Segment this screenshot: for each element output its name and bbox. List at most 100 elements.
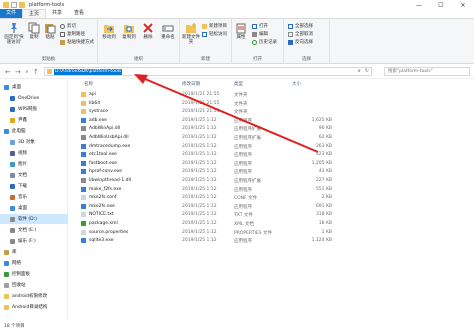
open-button[interactable]: 打开 <box>252 23 268 29</box>
minimize-button[interactable]: — <box>408 0 430 10</box>
file-row[interactable]: dmtracedump.exe 2019/1/25 1:12 应用程序 263 KB <box>70 143 474 151</box>
sidebar-item[interactable]: Android目录结构 <box>0 302 68 312</box>
up-arrow-icon[interactable]: ↑ <box>33 68 39 76</box>
tab-file[interactable]: 文件 <box>0 9 23 18</box>
refresh-icon[interactable]: ↻ <box>365 68 369 74</box>
invert-selection-button[interactable]: 反向选择 <box>288 39 313 45</box>
sidebar-item[interactable]: 回收站 <box>0 280 68 290</box>
file-row[interactable]: libwinpthread-1.dll 2019/1/25 1:12 应用程序扩展 2… <box>70 177 474 185</box>
sidebar-item[interactable]: 尹鑫 <box>0 115 68 125</box>
file-row[interactable]: hprof-conv.exe 2019/1/25 1:12 应用程序 43 KB <box>70 168 474 176</box>
file-name: make_f2fs.exe <box>89 186 122 192</box>
file-name: AdbWinApi.dll <box>89 126 121 132</box>
select-group: 全部选择 全部取消 反向选择 选择 <box>284 19 330 64</box>
file-row[interactable]: systrace 2019/1/21 21:55 文件夹 <box>70 108 474 116</box>
easy-access-icon <box>202 31 207 37</box>
recent-dropdown-icon[interactable]: ∨ <box>25 69 29 75</box>
back-arrow-icon[interactable]: ← <box>5 68 11 76</box>
sidebar-item[interactable]: 图片 <box>0 159 68 169</box>
tab-share[interactable]: 共享 <box>46 9 68 18</box>
sidebar-item[interactable]: 桌面 <box>0 203 68 213</box>
column-size[interactable]: 大小 <box>292 81 301 87</box>
copy-button[interactable]: 复制 <box>27 22 41 40</box>
network-icon <box>4 260 9 266</box>
forward-arrow-icon[interactable]: → <box>15 68 21 76</box>
file-row[interactable]: api 2019/1/21 21:55 文件夹 <box>70 91 474 99</box>
sidebar-item-label: OneDrive <box>18 95 40 101</box>
new-folder-icon[interactable] <box>19 2 25 8</box>
pin-button[interactable]: 固定到'快速访问' <box>3 22 25 45</box>
rename-button[interactable]: 重命名 <box>158 22 178 40</box>
copy-to-button[interactable]: 复制到 <box>120 22 138 40</box>
file-icon <box>81 212 86 218</box>
sidebar-item[interactable]: OneDrive <box>0 93 68 103</box>
file-row[interactable]: source.properties 2019/1/25 1:12 PROPERTIE… <box>70 229 474 237</box>
file-row[interactable]: etc1tool.exe 2019/1/25 1:12 应用程序 423 KB <box>70 151 474 159</box>
delete-icon <box>143 23 153 33</box>
sidebar-item-label: 此电脑 <box>12 129 26 134</box>
file-row[interactable]: lib64 2019/1/21 21:55 文件夹 <box>70 100 474 108</box>
file-row[interactable]: sqlite3.exe 2019/1/25 1:12 应用程序 1,124 KB <box>70 237 474 245</box>
address-path-field[interactable]: D:\AndroidSDK\platform-tools ∨ ↻ <box>44 67 372 76</box>
search-input[interactable]: 搜索"platform-tools" <box>384 67 470 76</box>
select-all-button[interactable]: 全部选择 <box>288 23 313 29</box>
address-path-text[interactable]: D:\AndroidSDK\platform-tools <box>54 69 123 75</box>
sidebar-item[interactable]: 视频 <box>0 148 68 158</box>
edit-icon <box>252 31 257 37</box>
copy-path-button[interactable]: 复制路径 <box>60 31 85 37</box>
sidebar-item[interactable]: 文档 (E:) <box>0 225 68 235</box>
new-item-button[interactable]: 新建项目 <box>202 23 227 29</box>
sidebar-item[interactable]: 库 <box>0 247 68 257</box>
edit-button[interactable]: 编辑 <box>252 31 268 37</box>
file-row[interactable]: make_f2fs.exe 2019/1/25 1:12 应用程序 551 KB <box>70 186 474 194</box>
cut-button[interactable]: 剪切 <box>60 23 76 29</box>
file-row[interactable]: NOTICE.txt 2019/1/25 1:12 TXT 文件 318 KB <box>70 211 474 219</box>
easy-access-button[interactable]: 轻松访问 <box>202 31 227 37</box>
file-date: 2019/1/25 1:12 <box>182 195 217 201</box>
file-row[interactable]: adb.exe 2019/1/25 1:12 应用程序 1,625 KB <box>70 117 474 125</box>
file-row[interactable]: AdbWinUsbApi.dll 2019/1/25 1:12 应用程序扩展 62 K… <box>70 134 474 142</box>
tab-view[interactable]: 查看 <box>68 9 90 18</box>
sidebar-item[interactable]: 文档 <box>0 170 68 180</box>
column-headers: 名称 修改日期 类型 大小 <box>70 80 474 88</box>
sidebar-item[interactable]: 音乐 <box>0 192 68 202</box>
file-row[interactable]: mke2fs.exe 2019/1/25 1:12 应用程序 691 KB <box>70 203 474 211</box>
file-row[interactable]: mke2fs.conf 2019/1/25 1:12 CONF 文件 2 KB <box>70 194 474 202</box>
sidebar-item[interactable]: WPS网盘 <box>0 104 68 114</box>
sidebar-item[interactable]: 娱乐 (F:) <box>0 236 68 246</box>
sidebar-item[interactable]: 网络 <box>0 258 68 268</box>
paste-button[interactable]: 粘贴 <box>43 22 57 40</box>
tab-home[interactable]: 主页 <box>22 9 47 18</box>
file-row[interactable]: package.xml 2019/1/25 1:12 XML 文档 18 KB <box>70 220 474 228</box>
chevron-down-icon[interactable]: ∨ <box>357 68 361 74</box>
download-icon <box>10 183 15 189</box>
file-row[interactable]: AdbWinApi.dll 2019/1/25 1:12 应用程序扩展 96 KB <box>70 125 474 133</box>
sidebar-item[interactable]: android权限修改 <box>0 291 68 301</box>
paste-shortcut-button[interactable]: 粘贴快捷方式 <box>60 39 94 45</box>
sidebar-item[interactable]: 桌面 <box>0 82 68 92</box>
sidebar-item[interactable]: 软件 (D:) <box>0 214 68 224</box>
file-name: adb.exe <box>89 117 107 123</box>
sidebar-item[interactable]: 控制面板 <box>0 269 68 279</box>
properties-icon[interactable] <box>11 2 17 8</box>
file-type: 应用程序 <box>234 161 252 167</box>
column-type[interactable]: 类型 <box>234 81 243 87</box>
sidebar-item[interactable]: 下载 <box>0 181 68 191</box>
delete-button[interactable]: 删除 <box>140 22 156 40</box>
history-button[interactable]: 历史记录 <box>252 39 277 45</box>
properties-button[interactable]: 属性 <box>234 22 248 40</box>
column-date[interactable]: 修改日期 <box>182 81 200 87</box>
select-none-button[interactable]: 全部取消 <box>288 31 313 37</box>
column-name[interactable]: 名称 <box>84 81 93 87</box>
close-button[interactable]: ✕ <box>452 0 474 10</box>
file-date: 2019/1/25 1:12 <box>182 169 217 175</box>
maximize-button[interactable]: ☐ <box>430 0 452 10</box>
file-name: api <box>89 92 96 97</box>
move-to-button[interactable]: 移动到 <box>100 22 118 40</box>
sidebar-item[interactable]: 3D 对象 <box>0 137 68 147</box>
file-type: 应用程序扩展 <box>234 127 261 133</box>
drive-icon <box>10 238 15 244</box>
sidebar-item[interactable]: 此电脑 <box>0 126 68 136</box>
new-folder-button[interactable]: 新建文件夹 <box>182 22 200 45</box>
file-row[interactable]: fastboot.exe 2019/1/25 1:12 应用程序 1,205 KB <box>70 160 474 168</box>
